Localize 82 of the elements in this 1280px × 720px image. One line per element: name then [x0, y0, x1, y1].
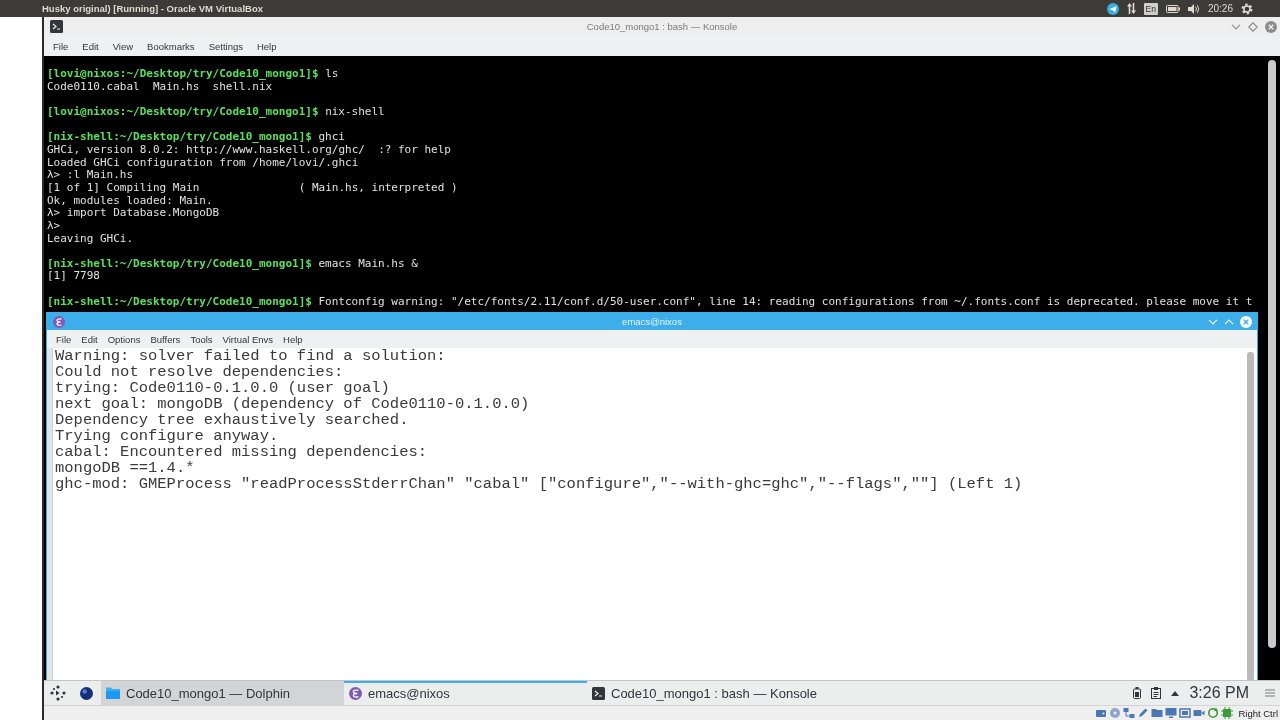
- camera-icon[interactable]: [1193, 707, 1206, 719]
- chevron-up-icon[interactable]: [1224, 318, 1234, 325]
- terminal-text: [1] 7798: [47, 270, 100, 284]
- display-icon[interactable]: [1179, 707, 1192, 719]
- terminal-text: Leaving GHCi.: [47, 232, 135, 246]
- folder-icon: [106, 687, 120, 699]
- terminal-text: λ> :l Main.hs: [47, 169, 135, 182]
- menu-item[interactable]: Edit: [82, 40, 99, 52]
- menu-item[interactable]: Settings: [208, 40, 243, 52]
- clock-text: 20:26: [1207, 3, 1233, 14]
- terminal-text: λ>: [47, 219, 62, 233]
- optical-disc-icon[interactable]: [1109, 707, 1122, 719]
- terminal-text: λ> import Database.MongoDB: [47, 207, 221, 220]
- buffer-line: ghc-mod: GMEProcess "readProcessStderrChan" "cabal" ["configure","--with-ghc=ghc","--flags",""] (Left 1): [55, 476, 1024, 492]
- shell-prompt: [nix-shell:~/Desktop/try/Code10_mongo1]$: [47, 294, 312, 308]
- terminal-text: Loaded GHCi configuration from /home/lovi/.ghci: [47, 156, 360, 170]
- dots-icon[interactable]: [50, 685, 66, 701]
- battery-icon[interactable]: [1133, 687, 1142, 699]
- window-title: emacs@nixos: [622, 316, 682, 327]
- terminal-text: Ok, modules loaded: Main.: [47, 194, 214, 208]
- buffer-line: Warning: solver failed to find a solution:: [55, 348, 447, 364]
- menu-item[interactable]: Tools: [190, 333, 213, 345]
- menu-item[interactable]: Help: [256, 40, 277, 52]
- caret-up-icon[interactable]: [1171, 690, 1180, 696]
- task-button[interactable]: emacs@nixos: [344, 681, 587, 705]
- buffer-line: cabal: Encountered missing dependencies:: [55, 444, 429, 460]
- menu-item[interactable]: Help: [283, 333, 303, 345]
- menu-item[interactable]: Buffers: [150, 333, 181, 345]
- buffer-line: next goal: mongoDB (dependency of Code0110-0.1.0.0): [55, 396, 531, 412]
- monitor-icon[interactable]: [1165, 707, 1178, 719]
- scrollbar[interactable]: [1247, 352, 1254, 680]
- terminal-text: Fontconfig warning: "/etc/fonts/2.11/conf.d/50-user.conf", line 14: reading configurations from ~/.fonts.conf is deprecated. please move it t: [318, 294, 1253, 308]
- buffer-line: Dependency tree exhaustively searched.: [55, 412, 410, 428]
- chevron-down-icon[interactable]: [1231, 23, 1241, 30]
- gear-icon[interactable]: [1241, 2, 1253, 15]
- refresh-icon[interactable]: [1207, 707, 1220, 719]
- paper-plane-icon[interactable]: [1106, 2, 1119, 15]
- window-title: Husky original) [Running] - Oracle VM VirtualBox: [42, 3, 263, 14]
- close-icon[interactable]: [1240, 315, 1252, 328]
- network-icon[interactable]: [1123, 707, 1136, 719]
- menu-item[interactable]: File: [56, 333, 72, 345]
- clipboard-icon[interactable]: [1151, 687, 1162, 699]
- buffer-line: trying: Code0110-0.1.0.0 (user goal): [55, 380, 391, 396]
- terminal-text: emacs Main.hs &: [318, 256, 418, 270]
- terminal-text: [1 of 1] Compiling Main ( Main.hs, interpreted ): [47, 181, 459, 195]
- menu-item[interactable]: Edit: [81, 333, 98, 345]
- terminal-text: ls: [325, 67, 339, 80]
- shell-prompt: [lovi@nixos:~/Desktop/try/Code10_mongo1]$: [47, 104, 319, 118]
- shell-prompt: [nix-shell:~/Desktop/try/Code10_mongo1]$: [47, 256, 312, 270]
- clock-text: 3:26 PM: [1189, 684, 1249, 702]
- diamond-icon[interactable]: [1248, 21, 1258, 32]
- speaker-icon[interactable]: [1187, 3, 1200, 14]
- terminal-text: Code0110.cabal Main.hs shell.nix: [47, 80, 273, 94]
- shell-prompt: [nix-shell:~/Desktop/try/Code10_mongo1]$: [47, 130, 312, 144]
- buffer-line: Trying configure anyway.: [55, 428, 280, 444]
- menu-item[interactable]: View: [112, 40, 134, 52]
- task-button[interactable]: Code10_mongo1 — Dolphin: [101, 681, 344, 705]
- emacs-icon: [349, 686, 362, 700]
- terminal-text: ghci: [318, 130, 345, 144]
- pencil-icon[interactable]: [1137, 707, 1150, 719]
- terminal-icon: [50, 20, 63, 33]
- buffer-line: mongoDB ==1.4.*: [55, 460, 196, 476]
- up-down-arrows-icon[interactable]: [1126, 3, 1136, 14]
- terminal-icon: [592, 686, 605, 700]
- close-icon[interactable]: [1265, 20, 1277, 33]
- sphere-icon[interactable]: [80, 686, 93, 700]
- keyboard-layout-indicator[interactable]: En: [1143, 2, 1158, 15]
- chip-icon[interactable]: [1221, 707, 1234, 719]
- host-key-label: Right Ctrl: [1238, 707, 1278, 719]
- menu-item[interactable]: Options: [107, 333, 141, 345]
- terminal-text: nix-shell: [325, 104, 385, 118]
- shell-prompt: [lovi@nixos:~/Desktop/try/Code10_mongo1]$: [47, 67, 319, 80]
- menu-item[interactable]: File: [53, 40, 69, 52]
- scrollbar[interactable]: [1268, 60, 1276, 648]
- task-button[interactable]: Code10_mongo1 : bash — Konsole: [587, 681, 830, 705]
- buffer-line: Could not resolve dependencies:: [55, 364, 345, 380]
- emacs-icon: [53, 315, 65, 328]
- menu-item[interactable]: Virtual Envs: [222, 333, 274, 345]
- window-title: Code10_mongo1 : bash — Konsole: [586, 21, 738, 32]
- folder-icon[interactable]: [1151, 707, 1164, 719]
- menu-item[interactable]: Bookmarks: [147, 40, 195, 52]
- terminal-text: GHCi, version 8.0.2: http://www.haskell.org/ghc/ :? for help: [47, 143, 452, 157]
